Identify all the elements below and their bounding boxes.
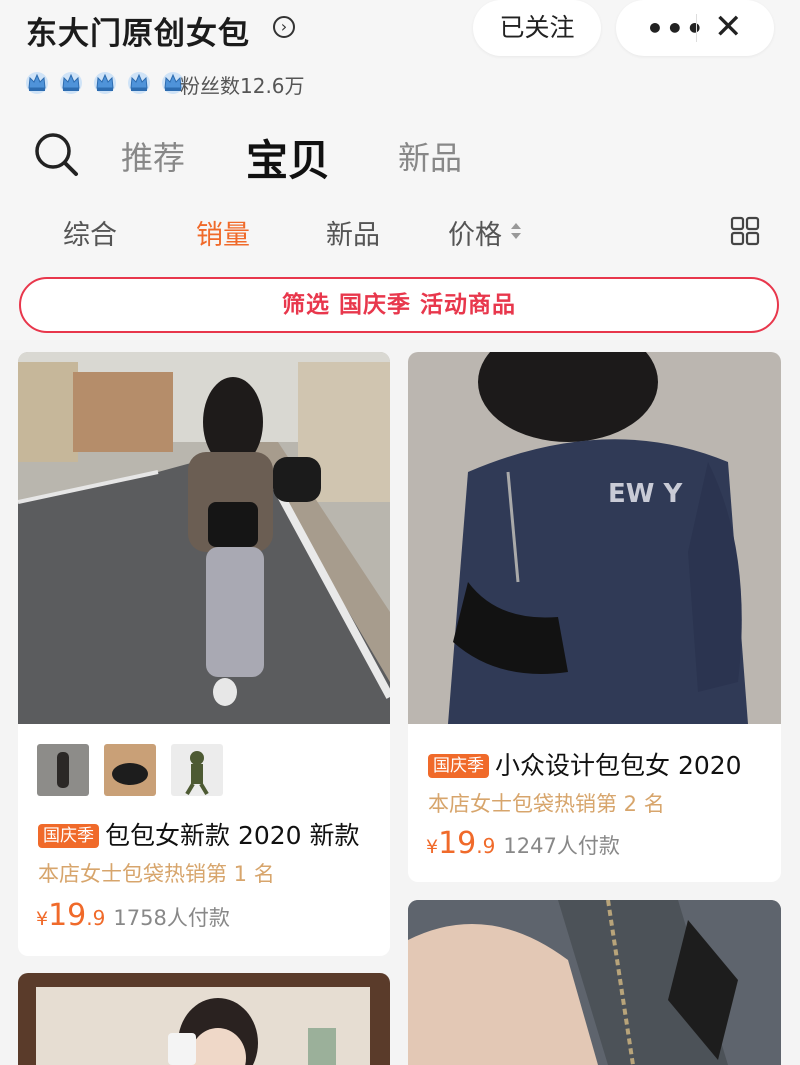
grid-view-icon[interactable] <box>730 216 760 246</box>
search-icon[interactable] <box>33 131 79 177</box>
product-title[interactable]: 国庆季 小众设计包包女 2020 <box>428 746 742 782</box>
product-title[interactable]: 国庆季 包包女新款 2020 新款 <box>38 816 360 852</box>
product-card-3[interactable] <box>18 973 390 1065</box>
product-card-4[interactable] <box>408 900 781 1065</box>
price-currency: ¥ <box>426 836 439 858</box>
sort-sales[interactable]: 销量 <box>196 213 250 252</box>
product-card-1[interactable]: 国庆季 包包女新款 2020 新款 本店女士包袋热销第 1 名 ¥19.9 1758… <box>18 352 390 956</box>
product-image[interactable]: EW Y <box>408 352 781 724</box>
capsule-divider <box>696 14 697 42</box>
chevron-right-circle-icon[interactable]: › <box>273 16 295 38</box>
mini-program-capsule: ••• ✕ <box>616 0 774 56</box>
fans-count: 粉丝数12.6万 <box>180 74 305 98</box>
sort-arrows-icon[interactable] <box>510 221 522 241</box>
product-image[interactable] <box>408 900 781 1065</box>
price-decimal: .9 <box>86 906 106 930</box>
promo-badge: 国庆季 <box>428 754 489 778</box>
price-decimal: .9 <box>476 834 496 858</box>
sku-thumbnails <box>37 744 233 798</box>
crown-icon <box>128 72 151 94</box>
sort-price[interactable]: 价格 <box>448 213 502 252</box>
sold-count: 1758人付款 <box>113 906 230 930</box>
sort-new[interactable]: 新品 <box>326 213 380 252</box>
product-price: ¥19.9 1758人付款 <box>36 898 230 933</box>
sales-rank: 本店女士包袋热销第 1 名 <box>38 862 275 886</box>
sold-count: 1247人付款 <box>503 834 620 858</box>
sku-thumbnail[interactable] <box>37 744 89 796</box>
sort-overall[interactable]: 综合 <box>63 213 117 252</box>
price-currency: ¥ <box>36 908 49 930</box>
sku-thumbnail[interactable] <box>171 744 224 796</box>
crown-icon <box>94 72 117 94</box>
shop-name[interactable]: 东大门原创女包 <box>26 8 250 53</box>
close-icon[interactable]: ✕ <box>714 7 743 47</box>
follow-button[interactable]: 已关注 <box>473 0 601 56</box>
crown-icon <box>60 72 83 94</box>
crown-icon <box>26 72 48 94</box>
svg-text:EW Y: EW Y <box>608 479 683 509</box>
price-integer: 19 <box>48 898 87 933</box>
sales-rank: 本店女士包袋热销第 2 名 <box>428 792 665 816</box>
product-image[interactable] <box>18 973 390 1065</box>
shop-rating <box>25 69 190 99</box>
product-image[interactable] <box>18 352 390 724</box>
price-integer: 19 <box>438 826 477 861</box>
product-price: ¥19.9 1247人付款 <box>426 826 620 861</box>
product-title-text: 包包女新款 2020 新款 <box>105 821 360 850</box>
tab-recommend[interactable]: 推荐 <box>121 133 185 179</box>
sku-thumbnail[interactable] <box>104 744 157 796</box>
promo-badge: 国庆季 <box>38 824 99 848</box>
tab-products[interactable]: 宝贝 <box>246 127 330 188</box>
product-title-text: 小众设计包包女 2020 <box>495 751 742 780</box>
activity-filter-button[interactable]: 筛选 国庆季 活动商品 <box>19 277 779 333</box>
product-card-2[interactable]: EW Y 国庆季 小众设计包包女 2020 本店女士包袋热销第 2 名 ¥19.9… <box>408 352 781 882</box>
tab-new[interactable]: 新品 <box>398 133 462 179</box>
